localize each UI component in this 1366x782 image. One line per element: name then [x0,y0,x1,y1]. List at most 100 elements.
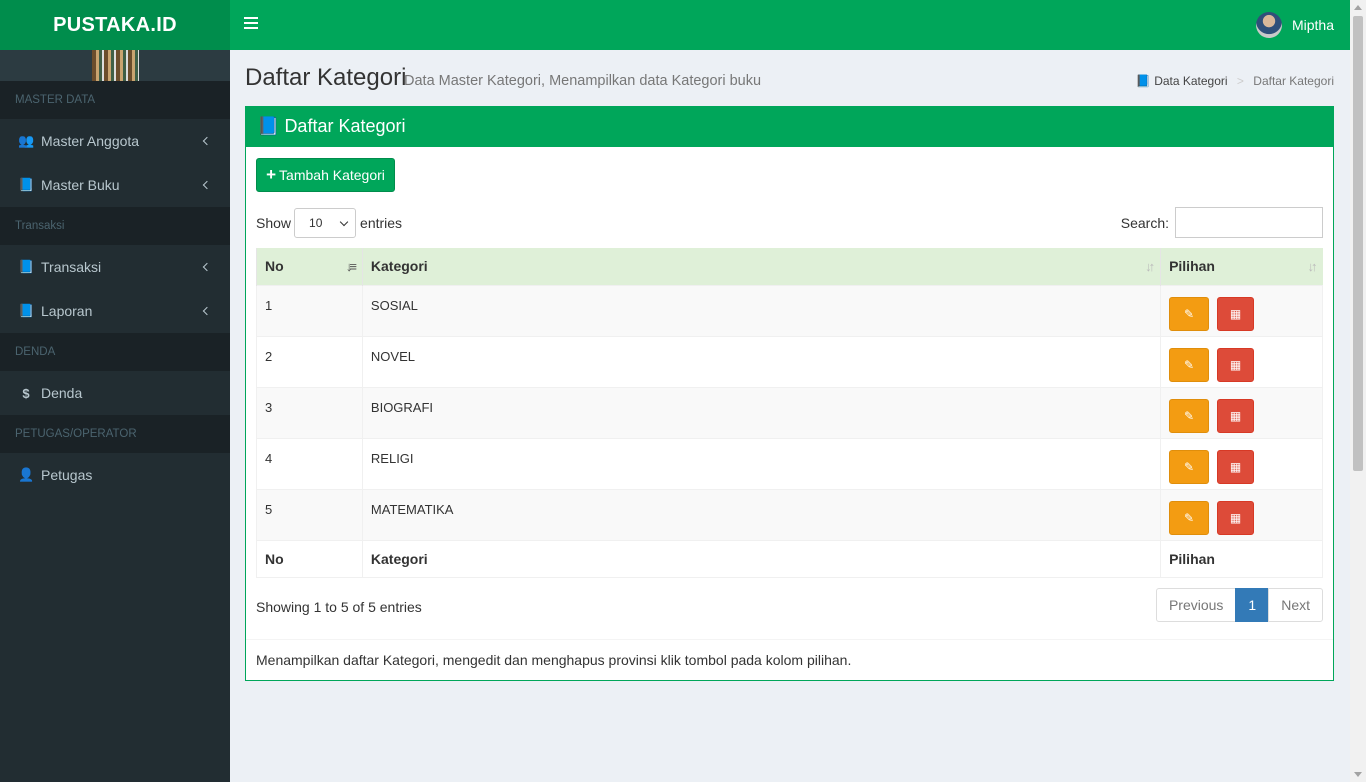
sidebar: MASTER DATA 👥 Master Anggota 📘 Master Bu… [0,50,230,782]
sidebar-item-master-buku[interactable]: 📘 Master Buku [0,163,230,207]
edit-icon: ✎ [1184,510,1195,525]
edit-icon: ✎ [1184,459,1195,474]
sidebar-item-transaksi[interactable]: 📘 Transaksi [0,245,230,289]
search-input[interactable] [1175,207,1323,238]
sidebar-item-label: Laporan [41,303,93,319]
user-menu[interactable]: Miptha [1255,12,1334,38]
cell-kategori: MATEMATIKA [361,488,1162,541]
sidebar-item-master-anggota[interactable]: 👥 Master Anggota [0,119,230,163]
column-header-no[interactable]: No ↓≡ [256,248,363,285]
sidebar-item-label: Petugas [41,467,93,483]
cell-kategori: BIOGRAFI [361,386,1162,439]
breadcrumb-link[interactable]: Data Kategori [1154,74,1227,88]
delete-button[interactable]: ▦ [1217,347,1255,382]
sidebar-header-denda: DENDA [0,333,230,371]
book-icon: 📘 [18,177,35,192]
search-label: Search: [1120,214,1169,231]
cell-kategori: NOVEL [361,335,1162,388]
footer-column-pilihan: Pilihan [1160,539,1323,578]
plus-icon: + [266,165,277,184]
dollar-icon: $ [22,385,30,401]
cell-actions: ✎ ▦ [1160,335,1323,388]
category-box: 📘 Daftar Kategori + Tambah Kategori Show… [245,106,1334,681]
edit-icon: ✎ [1184,408,1195,423]
page-length-control: Show 10 entries [256,208,402,238]
column-label: Kategori [370,258,428,275]
main-content: Daftar Kategori Data Master Kategori, Me… [245,50,1334,681]
edit-icon: ✎ [1184,357,1195,372]
sidebar-item-denda[interactable]: $ Denda [0,371,230,415]
edit-button[interactable]: ✎ [1169,500,1210,535]
sidebar-toggle-icon[interactable] [244,17,258,31]
delete-button[interactable]: ▦ [1217,449,1255,484]
show-label: Show [256,215,292,231]
sidebar-item-label: Master Buku [41,177,120,193]
library-image [91,50,139,81]
sidebar-header-transaksi: Transaksi [0,207,230,245]
sidebar-header-master-data: MASTER DATA [0,81,230,119]
chevron-left-icon [202,136,212,146]
cell-kategori: RELIGI [361,437,1162,490]
column-header-kategori[interactable]: Kategori ↓↑ [361,248,1161,285]
entries-label: entries [360,215,403,231]
delete-button[interactable]: ▦ [1217,500,1255,535]
cell-actions: ✎ ▦ [1160,437,1323,490]
top-navbar: Miptha [230,0,1350,50]
chevron-down-icon [339,217,349,227]
footer-column-no: No [256,539,363,578]
sort-icon: ↓↑ [1145,259,1155,274]
box-title: Daftar Kategori [284,116,406,136]
table-row: 2 NOVEL ✎ ▦ [256,335,1323,388]
scroll-down-icon[interactable] [1354,772,1362,777]
delete-button[interactable]: ▦ [1217,296,1255,331]
pagination-next[interactable]: Next [1268,588,1323,622]
trash-icon: ▦ [1229,357,1242,372]
edit-button[interactable]: ✎ [1169,347,1210,382]
sidebar-item-label: Transaksi [41,259,102,275]
page-header: Daftar Kategori Data Master Kategori, Me… [245,50,1334,106]
avatar [1255,12,1282,38]
edit-button[interactable]: ✎ [1169,398,1210,433]
column-header-pilihan[interactable]: Pilihan ↓↑ [1160,248,1323,285]
delete-button[interactable]: ▦ [1217,398,1255,433]
cell-actions: ✎ ▦ [1160,488,1323,541]
app-logo[interactable]: PUSTAKA.ID [0,0,230,50]
trash-icon: ▦ [1229,510,1242,525]
edit-icon: ✎ [1184,306,1195,321]
sort-icon: ↓↑ [1307,259,1318,274]
box-footer: Menampilkan daftar Kategori, mengedit da… [246,639,1333,680]
cell-no: 4 [256,437,363,490]
pagination-page-current[interactable]: 1 [1235,588,1270,622]
user-plus-icon: 👤 [18,467,35,482]
scroll-thumb[interactable] [1353,16,1363,471]
cell-kategori: SOSIAL [361,284,1162,337]
table-row: 5 MATEMATIKA ✎ ▦ [256,488,1323,541]
page-scrollbar[interactable] [1350,0,1366,782]
cell-no: 1 [256,284,363,337]
search-control: Search: [1121,207,1323,238]
table-row: 3 BIOGRAFI ✎ ▦ [256,386,1323,439]
edit-button[interactable]: ✎ [1169,296,1210,331]
box-header: 📘 Daftar Kategori [246,106,1333,147]
page-length-value: 10 [309,216,323,230]
trash-icon: ▦ [1229,408,1242,423]
user-name: Miptha [1291,17,1334,33]
sidebar-item-petugas[interactable]: 👤 Petugas [0,453,230,497]
table-row: 1 SOSIAL ✎ ▦ [256,284,1323,337]
chevron-left-icon [202,180,212,190]
breadcrumb-separator: > [1236,74,1244,88]
book-icon: 📘 [18,259,35,274]
table-row: 4 RELIGI ✎ ▦ [256,437,1323,490]
edit-button[interactable]: ✎ [1169,449,1210,484]
page-length-select[interactable]: 10 [294,208,357,238]
book-icon: 📘 [257,116,280,136]
scroll-up-icon[interactable] [1354,5,1362,10]
sidebar-banner [0,50,230,81]
sidebar-item-laporan[interactable]: 📘 Laporan [0,289,230,333]
pagination-previous[interactable]: Previous [1155,588,1237,622]
column-label: Pilihan [1169,258,1215,275]
breadcrumb-current: Daftar Kategori [1253,74,1334,88]
add-category-button[interactable]: + Tambah Kategori [256,158,395,192]
category-table: No ↓≡ Kategori ↓↑ Pilihan ↓↑ 1 SOSIAL ✎ ▦ 2 … [256,248,1323,578]
cell-actions: ✎ ▦ [1160,386,1323,439]
